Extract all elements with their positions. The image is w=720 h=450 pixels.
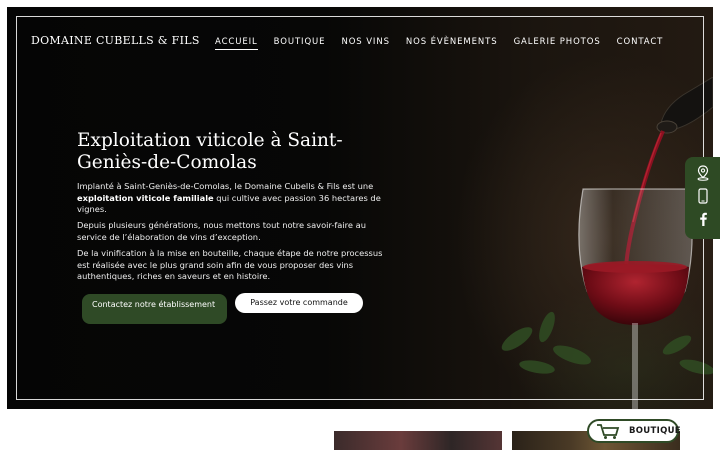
hero-p1-bold: exploitation viticole familiale: [77, 192, 214, 203]
nav-galerie-photos[interactable]: GALERIE PHOTOS: [514, 37, 601, 50]
main-nav: ACCUEIL BOUTIQUE NOS VINS NOS ÉVÈNEMENTS…: [215, 37, 679, 50]
nav-accueil[interactable]: ACCUEIL: [215, 37, 258, 50]
hero-paragraph-2: Depuis plusieurs générations, nous metto…: [77, 220, 366, 242]
nav-contact[interactable]: CONTACT: [617, 37, 664, 50]
gallery-image-1: [334, 431, 502, 450]
hero-paragraph-1: Implanté à Saint-Geniès-de-Comolas, le D…: [77, 181, 393, 216]
order-button[interactable]: Passez votre commande: [235, 293, 363, 313]
nav-nos-vins[interactable]: NOS VINS: [341, 37, 389, 50]
hero-paragraph-3: De la vinification à la mise en bouteill…: [77, 248, 383, 281]
shop-button-label: BOUTIQUE: [629, 426, 681, 436]
contact-button[interactable]: Contactez notre établissement: [82, 294, 227, 324]
facebook-icon[interactable]: [695, 211, 711, 227]
hero-title: Exploitation viticole à Saint-Geniès-de-…: [77, 130, 343, 173]
phone-icon[interactable]: [695, 188, 711, 204]
nav-boutique[interactable]: BOUTIQUE: [274, 37, 326, 50]
location-pin-icon[interactable]: [695, 165, 711, 181]
floating-shop-button[interactable]: BOUTIQUE: [587, 419, 681, 443]
hero-p1-text: Implanté à Saint-Geniès-de-Comolas, le D…: [77, 181, 374, 191]
brand-logo[interactable]: DOMAINE CUBELLS & FILS: [31, 34, 200, 47]
nav-nos-evenements[interactable]: NOS ÉVÈNEMENTS: [406, 37, 498, 50]
cart-icon: [597, 424, 620, 439]
wine-glass-image: [501, 77, 713, 409]
hero-section: DOMAINE CUBELLS & FILS ACCUEIL BOUTIQUE …: [7, 7, 713, 409]
social-sidebar: [685, 157, 720, 239]
